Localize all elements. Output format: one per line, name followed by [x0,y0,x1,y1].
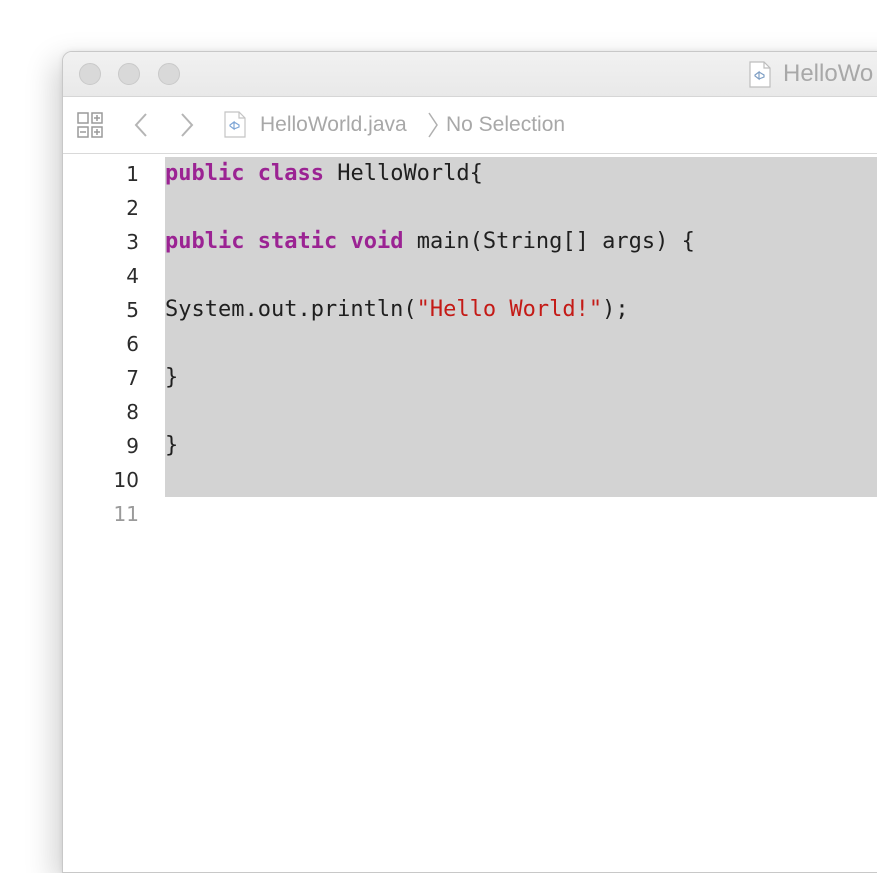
path-separator-chevron-icon [426,111,440,139]
code-token: System.out.println( [165,297,417,322]
related-items-grid-icon[interactable] [77,112,103,138]
keyword-token: void [350,229,404,254]
code-token: main(String[] args) { [403,229,695,254]
line-number: 1 [126,162,139,186]
code-line[interactable]: public class HelloWorld{ [165,157,483,191]
code-line[interactable]: } [165,429,178,463]
code-line[interactable]: System.out.println("Hello World!"); [165,293,629,327]
breadcrumb-selection[interactable]: No Selection [446,113,565,137]
line-number: 4 [126,264,139,288]
line-number: 3 [126,230,139,254]
code-line[interactable]: public static void main(String[] args) { [165,225,695,259]
keyword-token: static [257,229,338,254]
source-editor[interactable]: 1 public class HelloWorld{ 2 3 public static… [63,154,877,872]
line-number: 11 [113,502,139,526]
code-token: HelloWorld{ [323,161,483,186]
text-selection-highlight [165,157,877,497]
line-number: 7 [126,366,139,390]
keyword-token: public [165,229,245,254]
breadcrumb-file[interactable]: HelloWorld.java [260,113,407,137]
zoom-window-button[interactable] [158,63,180,85]
xcode-editor-window: HelloWo HelloWorld.java No Selection 1 p… [62,51,877,873]
close-window-button[interactable] [79,63,101,85]
line-number: 5 [126,298,139,322]
minimize-window-button[interactable] [118,63,140,85]
keyword-token: class [257,161,324,186]
jump-bar: HelloWorld.java No Selection [63,97,877,154]
title-bar: HelloWo [63,52,877,97]
line-number: 8 [126,400,139,424]
line-number: 6 [126,332,139,356]
java-file-icon [224,111,246,138]
line-number: 2 [126,196,139,220]
code-line[interactable]: } [165,361,178,395]
java-file-icon [749,60,771,88]
string-token: "Hello World!" [416,297,603,322]
keyword-token: public [165,161,245,186]
code-token: ); [602,297,629,322]
line-number: 10 [113,468,139,492]
window-title-text: HelloWo [783,60,874,87]
line-number: 9 [126,434,139,458]
code-token: } [165,433,179,458]
chevron-right-icon[interactable] [177,111,197,139]
window-title: HelloWo [749,60,873,88]
code-token: } [165,365,179,390]
chevron-left-icon[interactable] [131,111,151,139]
